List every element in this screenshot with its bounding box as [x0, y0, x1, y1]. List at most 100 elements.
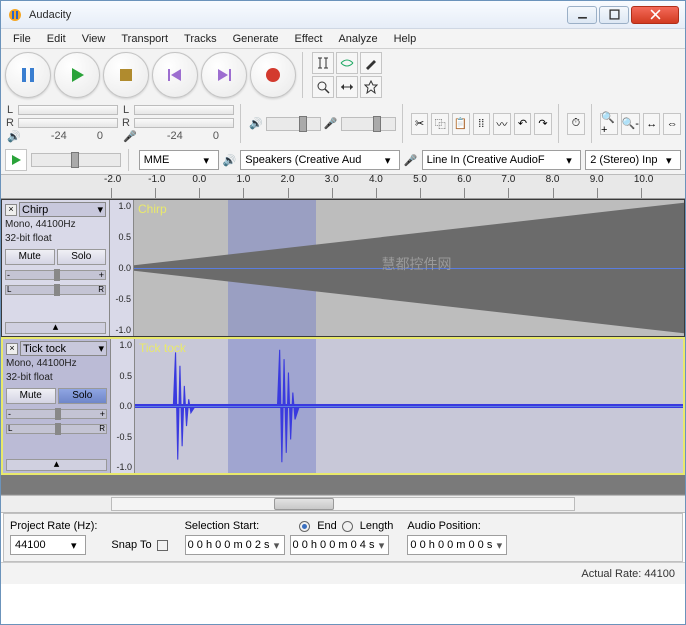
- vertical-scale[interactable]: 1.0 0.5 0.0 -0.5 -1.0: [110, 200, 134, 336]
- output-meter-r[interactable]: [18, 118, 118, 128]
- skip-start-button[interactable]: [152, 52, 198, 98]
- output-device-select[interactable]: Speakers (Creative Aud▾: [240, 150, 400, 170]
- audio-position-label: Audio Position:: [407, 520, 507, 532]
- in-meter-l-label: L: [121, 104, 131, 116]
- status-bar: Actual Rate: 44100: [1, 562, 685, 584]
- menu-effect[interactable]: Effect: [287, 31, 331, 47]
- track-menu-button[interactable]: Tick tock▾: [20, 341, 107, 356]
- minimize-button[interactable]: [567, 6, 597, 24]
- snap-to-checkbox[interactable]: [157, 540, 168, 551]
- input-meter-r[interactable]: [134, 118, 234, 128]
- actual-rate-label: Actual Rate: 44100: [581, 568, 675, 580]
- record-button[interactable]: [250, 52, 296, 98]
- play-at-speed-button[interactable]: [5, 149, 27, 171]
- mute-button[interactable]: Mute: [6, 388, 56, 404]
- vertical-scale[interactable]: 1.0 0.5 0.0 -0.5 -1.0: [111, 339, 135, 473]
- collapse-button[interactable]: ▴: [6, 459, 107, 471]
- input-meter-l[interactable]: [134, 105, 234, 115]
- track-close-button[interactable]: ×: [5, 204, 17, 216]
- maximize-button[interactable]: [599, 6, 629, 24]
- mic-icon[interactable]: 🎤: [123, 130, 137, 143]
- out-meter-l-label: L: [5, 104, 15, 116]
- out-device-icon: 🔊: [223, 154, 237, 167]
- project-rate-label: Project Rate (Hz):: [10, 520, 97, 532]
- input-device-select[interactable]: Line In (Creative AudioF▾: [422, 150, 582, 170]
- zoom-in-icon[interactable]: 🔍+: [600, 113, 618, 135]
- waveform-ticktock[interactable]: Tick tock: [135, 339, 683, 473]
- title-bar: Audacity: [1, 1, 685, 29]
- in-device-icon: 🎤: [404, 154, 418, 167]
- selection-tool-icon[interactable]: [312, 52, 334, 74]
- skip-end-button[interactable]: [201, 52, 247, 98]
- track-menu-button[interactable]: Chirp▾: [19, 202, 106, 217]
- waveform-chirp[interactable]: Chirp 慧都控件网: [134, 200, 684, 336]
- timeshift-tool-icon[interactable]: [336, 76, 358, 98]
- solo-button[interactable]: Solo: [57, 249, 107, 265]
- play-button[interactable]: [54, 52, 100, 98]
- audio-position-field[interactable]: 0 0 h 0 0 m 0 0 s▾: [407, 535, 507, 555]
- menu-transport[interactable]: Transport: [113, 31, 176, 47]
- collapse-button[interactable]: ▴: [5, 322, 106, 334]
- out-vol-icon: 🔊: [249, 117, 263, 130]
- snap-to-label: Snap To: [111, 539, 151, 551]
- envelope-tool-icon[interactable]: [336, 52, 358, 74]
- menu-file[interactable]: File: [5, 31, 39, 47]
- h-scrollbar[interactable]: [1, 495, 685, 513]
- zoom-tool-icon[interactable]: [312, 76, 334, 98]
- undo-icon[interactable]: ↶: [514, 113, 532, 135]
- pause-button[interactable]: [5, 52, 51, 98]
- zoom-out-icon[interactable]: 🔍-: [621, 113, 640, 135]
- solo-button[interactable]: Solo: [58, 388, 108, 404]
- menu-help[interactable]: Help: [386, 31, 425, 47]
- input-volume-slider[interactable]: [341, 117, 396, 131]
- app-icon: [7, 7, 23, 23]
- menu-bar: File Edit View Transport Tracks Generate…: [1, 29, 685, 49]
- length-radio[interactable]: [342, 521, 353, 532]
- stop-button[interactable]: [103, 52, 149, 98]
- silence-icon[interactable]: 〰: [493, 113, 511, 135]
- redo-icon[interactable]: ↷: [534, 113, 552, 135]
- gain-slider[interactable]: -+: [6, 409, 107, 419]
- selection-start-label: Selection Start:: [185, 520, 260, 532]
- play-speed-slider[interactable]: [31, 153, 121, 167]
- fit-selection-icon[interactable]: ↔: [643, 113, 661, 135]
- output-meter-l[interactable]: [18, 105, 118, 115]
- trim-icon[interactable]: ⁞⁞: [473, 113, 491, 135]
- track-ticktock: × Tick tock▾ Mono, 44100Hz 32-bit float …: [1, 337, 685, 475]
- timeline-ruler[interactable]: -2.0 -1.0 0.0 1.0 2.0 3.0 4.0 5.0 6.0 7.…: [1, 175, 685, 199]
- menu-analyze[interactable]: Analyze: [330, 31, 385, 47]
- watermark: 慧都控件网: [382, 254, 452, 274]
- menu-edit[interactable]: Edit: [39, 31, 74, 47]
- sync-lock-icon[interactable]: ⏱: [567, 113, 585, 135]
- speaker-icon[interactable]: 🔊: [7, 130, 21, 143]
- end-radio[interactable]: [299, 521, 310, 532]
- menu-view[interactable]: View: [74, 31, 114, 47]
- track-bitdepth-label: 32-bit float: [5, 233, 106, 245]
- copy-icon[interactable]: ⿻: [431, 113, 449, 135]
- host-select[interactable]: MME▾: [139, 150, 219, 170]
- window-title: Audacity: [29, 9, 567, 21]
- in-meter-r-label: R: [121, 117, 131, 129]
- pan-slider[interactable]: LR: [5, 285, 106, 295]
- out-meter-r-label: R: [5, 117, 15, 129]
- selection-end-field[interactable]: 0 0 h 0 0 m 0 4 s▾: [290, 535, 390, 555]
- selection-start-field[interactable]: 0 0 h 0 0 m 0 2 s▾: [185, 535, 285, 555]
- close-button[interactable]: [631, 6, 679, 24]
- fit-project-icon[interactable]: ⇔: [663, 113, 681, 135]
- menu-tracks[interactable]: Tracks: [176, 31, 225, 47]
- h-scroll-thumb[interactable]: [274, 498, 334, 510]
- gain-slider[interactable]: -+: [5, 270, 106, 280]
- track-bitdepth-label: 32-bit float: [6, 372, 107, 384]
- cut-icon[interactable]: ✂: [411, 113, 429, 135]
- selection-toolbar: Project Rate (Hz): 44100▾ Snap To Select…: [3, 513, 683, 562]
- mute-button[interactable]: Mute: [5, 249, 55, 265]
- pan-slider[interactable]: LR: [6, 424, 107, 434]
- paste-icon[interactable]: 📋: [452, 113, 470, 135]
- project-rate-select[interactable]: 44100▾: [10, 535, 86, 555]
- output-volume-slider[interactable]: [266, 117, 321, 131]
- channels-select[interactable]: 2 (Stereo) Inp▾: [585, 150, 681, 170]
- menu-generate[interactable]: Generate: [225, 31, 287, 47]
- track-close-button[interactable]: ×: [6, 343, 18, 355]
- draw-tool-icon[interactable]: [360, 52, 382, 74]
- multi-tool-icon[interactable]: [360, 76, 382, 98]
